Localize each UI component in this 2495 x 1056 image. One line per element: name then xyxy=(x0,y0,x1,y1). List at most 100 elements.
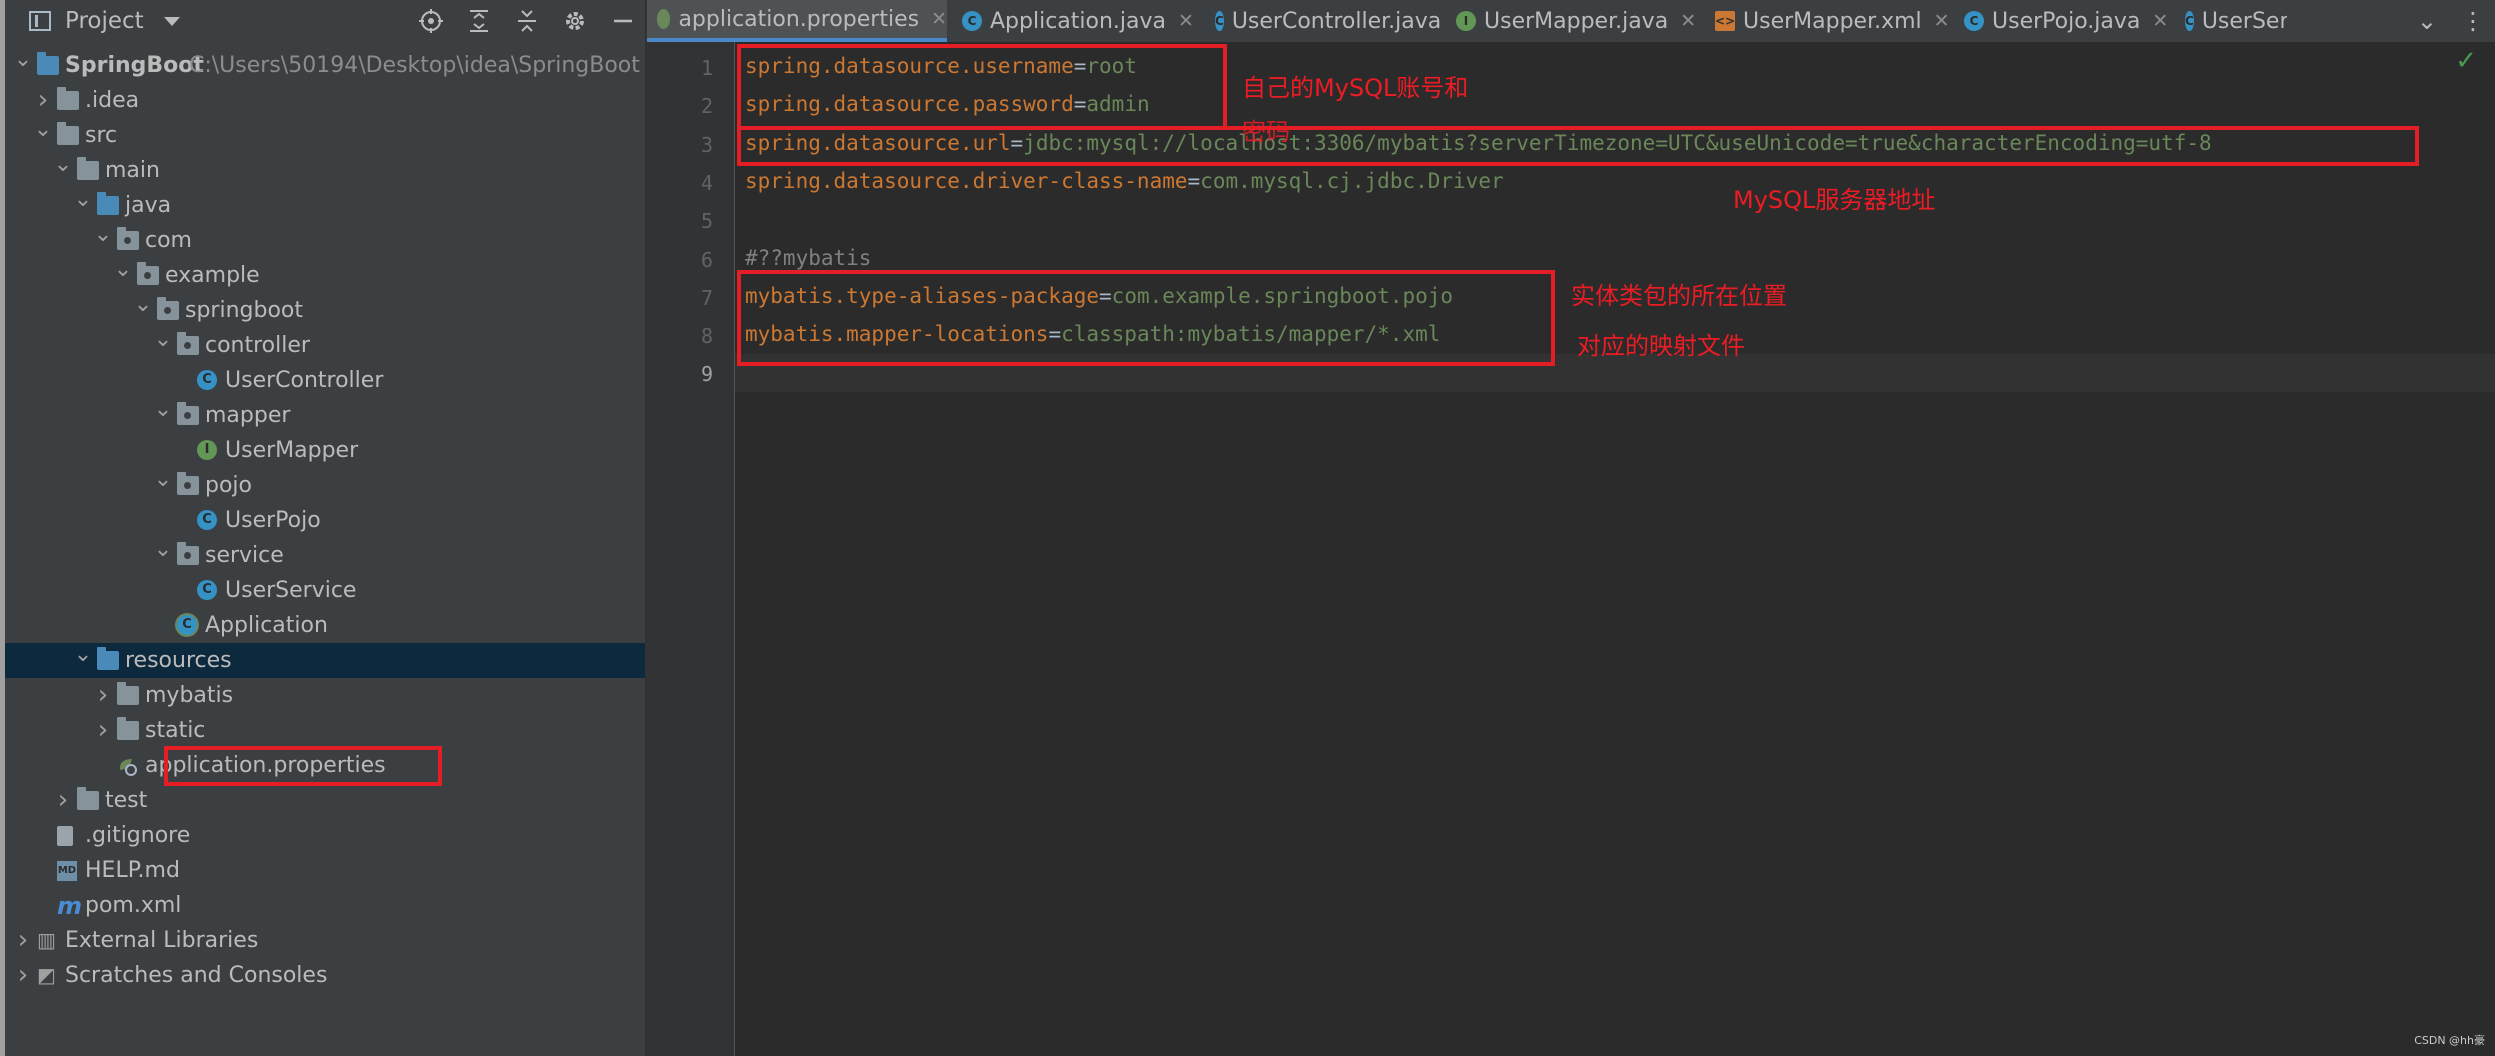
annotation-box-properties-file xyxy=(164,746,442,786)
tab-userpojo-java[interactable]: C UserPojo.java ✕ xyxy=(1954,0,2170,42)
chevron-down-icon[interactable]: ⌄ xyxy=(73,182,93,217)
editor-tab-bar: C UserService. C UserPojo.java ✕ <> UserMapper… xyxy=(647,0,2495,42)
chevron-right-icon[interactable]: › xyxy=(93,713,113,748)
tree-item-application[interactable]: C Application xyxy=(5,608,645,643)
tree-item-static[interactable]: › static xyxy=(5,713,645,748)
close-icon[interactable]: ✕ xyxy=(2152,10,2168,32)
tab-userservice[interactable]: C UserService. xyxy=(2175,0,2287,42)
tree-item-external-libraries[interactable]: › ▥ External Libraries xyxy=(5,923,645,958)
tree-item-com[interactable]: ⌄ com xyxy=(5,222,645,258)
folder-icon xyxy=(57,87,79,110)
tree-item-usermapper[interactable]: I UserMapper xyxy=(5,433,645,468)
tree-item-example[interactable]: ⌄ example xyxy=(5,257,645,293)
close-icon[interactable]: ✕ xyxy=(1178,10,1194,32)
line-number: 8 xyxy=(700,324,713,349)
project-view-icon[interactable] xyxy=(29,11,51,31)
chevron-down-icon[interactable]: ⌄ xyxy=(133,287,153,322)
package-icon xyxy=(157,297,179,320)
tree-item-pom-xml[interactable]: m pom.xml xyxy=(5,888,645,923)
chevron-right-icon[interactable]: › xyxy=(13,923,33,958)
tree-item-label: mapper xyxy=(205,403,291,428)
close-icon[interactable]: ✕ xyxy=(931,8,947,30)
tab-usermapper-java[interactable]: I UserMapper.java ✕ xyxy=(1446,0,1700,42)
xml-file-icon: <> xyxy=(1715,11,1735,31)
tab-usermapper-xml[interactable]: <> UserMapper.xml ✕ xyxy=(1705,0,1949,42)
tree-item-springboot[interactable]: ⌄ springboot xyxy=(5,292,645,328)
chevron-down-icon[interactable]: ⌄ xyxy=(153,532,173,567)
chevron-right-icon[interactable]: › xyxy=(53,783,73,818)
tab-label: Application.java xyxy=(990,8,1167,34)
tab-application-java[interactable]: C Application.java ✕ xyxy=(952,0,1200,42)
line-number: 3 xyxy=(700,132,713,157)
spring-boot-class-icon: C xyxy=(177,615,197,635)
tree-item-label: External Libraries xyxy=(65,928,259,953)
tab-usercontroller-java[interactable]: CUserController.java✕ xyxy=(1205,0,1441,42)
gear-icon[interactable] xyxy=(561,7,589,35)
tree-item-main[interactable]: ⌄ main xyxy=(5,152,645,188)
line-number: 7 xyxy=(700,285,713,310)
tab-application-properties[interactable]: application.properties ✕ xyxy=(647,0,947,42)
expand-all-icon[interactable] xyxy=(465,7,493,35)
chevron-down-icon[interactable]: ⌄ xyxy=(153,392,173,427)
package-icon xyxy=(177,332,199,355)
tree-item-label: mybatis xyxy=(145,683,234,708)
tree-item-test[interactable]: › test xyxy=(5,783,645,818)
annotation-credentials-2: 密码 xyxy=(1242,118,1290,146)
code-line[interactable]: #??mybatis xyxy=(745,246,871,270)
tree-item-pojo[interactable]: ⌄ pojo xyxy=(5,467,645,503)
class-icon: C xyxy=(197,370,217,390)
tree-item-label: service xyxy=(205,543,284,568)
tree-item-controller[interactable]: ⌄ controller xyxy=(5,327,645,363)
chevron-down-icon[interactable]: ⌄ xyxy=(113,252,133,287)
tab-label: UserPojo.java xyxy=(1992,8,2141,34)
tree-item-mapper[interactable]: ⌄ mapper xyxy=(5,397,645,433)
properties-file-icon xyxy=(117,754,139,776)
chevron-down-icon[interactable]: ⌄ xyxy=(93,217,113,252)
hide-panel-icon[interactable] xyxy=(609,7,637,35)
tree-item-mybatis[interactable]: › mybatis xyxy=(5,678,645,713)
chevron-down-icon[interactable]: ⌄ xyxy=(13,42,33,77)
project-panel-toolbar xyxy=(417,0,637,42)
tree-item-label: UserMapper xyxy=(225,438,359,463)
line-number: 9 xyxy=(700,362,713,387)
chevron-down-icon[interactable]: ⌄ xyxy=(33,112,53,147)
folder-icon xyxy=(77,787,99,810)
tree-item-label: pom.xml xyxy=(85,893,182,918)
project-panel-title[interactable]: Project xyxy=(65,8,144,34)
chevron-down-icon[interactable]: ⌄ xyxy=(53,147,73,182)
chevron-down-icon[interactable]: ⌄ xyxy=(73,637,93,672)
tree-item-service[interactable]: ⌄ service xyxy=(5,537,645,573)
tree-item-gitignore[interactable]: .gitignore xyxy=(5,818,645,853)
tree-item-src[interactable]: ⌄ src xyxy=(5,117,645,153)
close-icon[interactable]: ✕ xyxy=(1934,10,1949,32)
tree-item-userservice[interactable]: C UserService xyxy=(5,573,645,608)
code-editor[interactable]: ✓ spring.datasource.username=root spring.… xyxy=(735,42,2495,1056)
tree-item-label: pojo xyxy=(205,473,252,498)
chevron-down-icon[interactable]: ⌄ xyxy=(153,462,173,497)
tree-item-label: main xyxy=(105,158,160,183)
chevron-down-icon[interactable] xyxy=(163,16,180,26)
tree-item-userpojo[interactable]: C UserPojo xyxy=(5,503,645,538)
close-icon[interactable]: ✕ xyxy=(1680,10,1696,32)
collapse-all-icon[interactable] xyxy=(513,7,541,35)
tree-item-label: Scratches and Consoles xyxy=(65,963,328,988)
more-actions-icon[interactable]: ⋮ xyxy=(2461,7,2485,35)
chevron-down-icon[interactable]: ⌄ xyxy=(153,322,173,357)
class-icon: C xyxy=(197,580,217,600)
tree-item-help-md[interactable]: MD HELP.md xyxy=(5,853,645,888)
tree-item-idea[interactable]: › .idea xyxy=(5,83,645,118)
tree-item-usercontroller[interactable]: C UserController xyxy=(5,363,645,398)
tab-list-chevron-icon[interactable]: ⌄ xyxy=(2417,7,2437,35)
chevron-right-icon[interactable]: › xyxy=(13,958,33,993)
locate-file-icon[interactable] xyxy=(417,7,445,35)
code-comment: #??mybatis xyxy=(745,245,872,270)
code-line[interactable]: spring.datasource.driver-class-name=com.… xyxy=(745,169,1504,193)
tree-item-label: java xyxy=(125,193,172,218)
chevron-right-icon[interactable]: › xyxy=(93,678,113,713)
tree-item-resources[interactable]: ⌄ resources xyxy=(5,642,645,678)
tree-item-springboot[interactable]: ⌄ SpringBoot C:\Users\50194\Desktop\idea\S… xyxy=(5,47,645,83)
package-icon xyxy=(177,402,199,425)
annotation-entity: 实体类包的所在位置 xyxy=(1571,282,1787,310)
inspection-ok-icon[interactable]: ✓ xyxy=(2455,46,2477,76)
tree-item-scratches-and-consoles[interactable]: › ◩ Scratches and Consoles xyxy=(5,958,645,993)
